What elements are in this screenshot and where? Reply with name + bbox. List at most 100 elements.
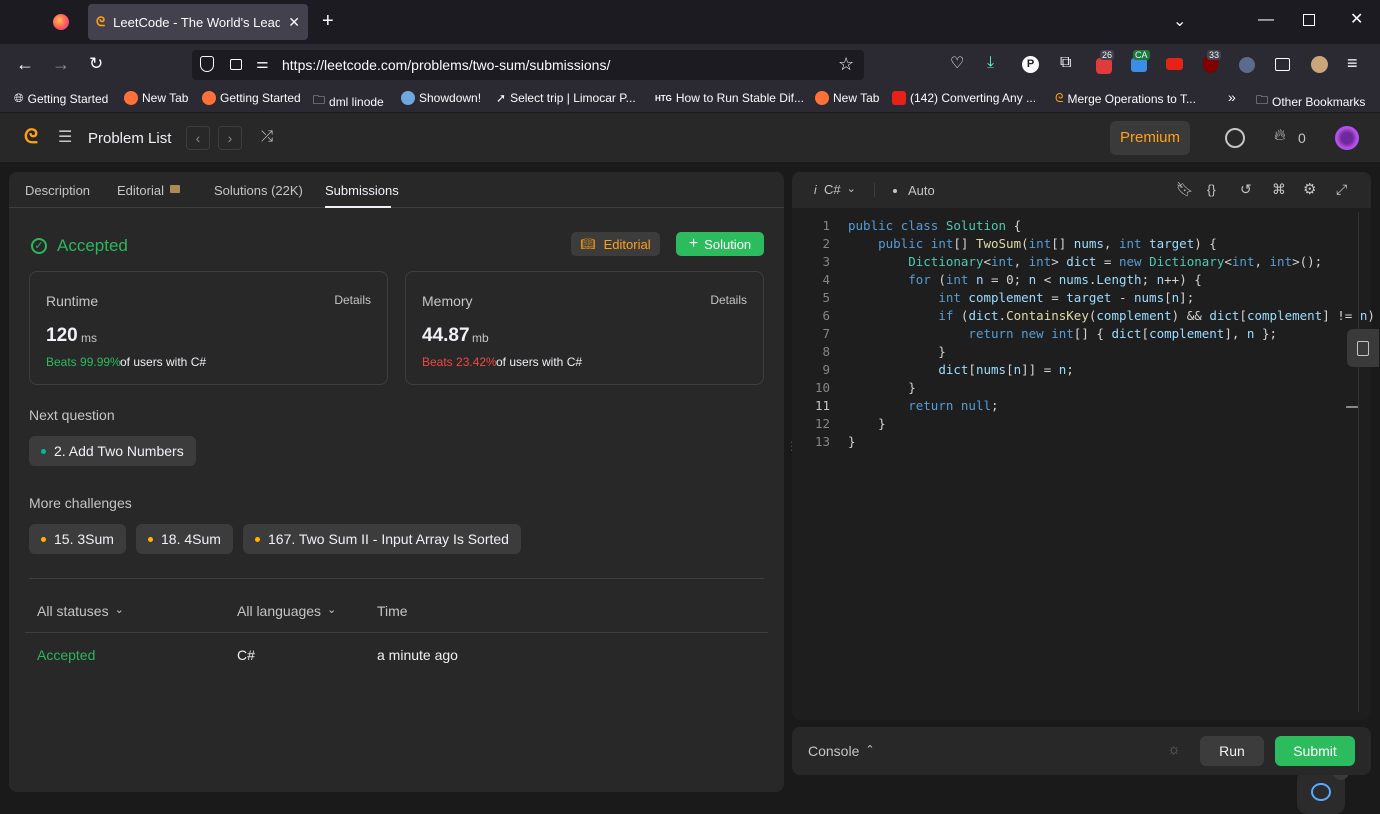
- notes-side-tab[interactable]: [1347, 329, 1379, 367]
- bookmark-item[interactable]: ᘓ Merge Operations to T...: [1055, 91, 1196, 106]
- next-question-chip[interactable]: 2. Add Two Numbers: [29, 436, 196, 466]
- check-circle-icon: ✓: [31, 238, 47, 254]
- bookmark-item[interactable]: New Tab: [815, 91, 879, 105]
- challenge-chip[interactable]: 18. 4Sum: [136, 524, 233, 554]
- console-toggle[interactable]: Console ⌃: [808, 743, 875, 759]
- code-line: public int[] TwoSum(int[] nums, int targ…: [878, 236, 1217, 251]
- bookmark-item[interactable]: HTG How to Run Stable Dif...: [655, 91, 804, 105]
- chat-smile-icon: [1311, 783, 1331, 801]
- reset-icon[interactable]: ↺: [1240, 181, 1252, 198]
- user-avatar[interactable]: [1335, 126, 1359, 150]
- bookmark-item[interactable]: 🗀︎ Other Bookmarks: [1256, 91, 1365, 112]
- back-icon[interactable]: ←: [16, 55, 34, 73]
- bookmark-icon[interactable]: 🔖︎: [1176, 181, 1194, 198]
- extensions-puzzle-icon[interactable]: ⧉: [1060, 55, 1071, 71]
- browser-tab-active[interactable]: ᘓ LeetCode - The World's Leading ✕: [88, 4, 308, 40]
- extension-p-icon[interactable]: P: [1022, 56, 1039, 73]
- settings-gear-icon[interactable]: ⚙︎: [1303, 180, 1316, 198]
- folder-icon: 🗀︎: [313, 93, 326, 107]
- submit-button[interactable]: Submit: [1275, 736, 1355, 766]
- url-bar[interactable]: ⚌ https://leetcode.com/problems/two-sum/…: [192, 50, 864, 80]
- lock-icon[interactable]: [230, 59, 242, 70]
- row-language: C#: [237, 647, 255, 663]
- htg-icon: HTG: [655, 93, 672, 103]
- maximize-icon[interactable]: [1303, 14, 1315, 26]
- leetcode-logo-icon[interactable]: ᘓ: [24, 126, 38, 149]
- row-time: a minute ago: [377, 647, 458, 663]
- status-filter[interactable]: All statuses ⌄: [37, 603, 124, 619]
- bookmark-item[interactable]: Getting Started: [202, 91, 301, 105]
- language-filter[interactable]: All languages ⌄: [237, 603, 336, 619]
- profile-avatar-icon[interactable]: [1311, 56, 1328, 73]
- premium-button[interactable]: Premium: [1110, 121, 1190, 155]
- runtime-details-link[interactable]: Details: [334, 293, 371, 307]
- bookmark-item[interactable]: (142) Converting Any ...: [892, 91, 1036, 105]
- close-tab-icon[interactable]: ✕: [288, 14, 300, 31]
- new-tab-icon[interactable]: +: [322, 11, 334, 31]
- document-icon: [1357, 340, 1369, 356]
- editorial-button[interactable]: 📖︎ Editorial: [571, 232, 660, 256]
- bookmark-label: New Tab: [833, 91, 880, 105]
- flame-icon[interactable]: 🔥︎: [1274, 127, 1286, 145]
- runtime-value: 120: [46, 325, 78, 346]
- bookmark-item[interactable]: 🗀︎ dml linode: [313, 91, 384, 112]
- code-editor-panel: i C# ⌄ Auto 🔖︎ {} ↺ ⌘ ⚙︎ ⤢ 1 2 3 4 5 6 7 8 9 10 11 1…: [792, 172, 1375, 814]
- bookmarks-overflow-icon[interactable]: »: [1228, 89, 1236, 105]
- tab-solutions[interactable]: Solutions (22K): [214, 183, 303, 198]
- memory-details-link[interactable]: Details: [710, 293, 747, 307]
- problem-list-icon[interactable]: ☰: [58, 127, 72, 147]
- bookmark-item[interactable]: New Tab: [124, 91, 188, 105]
- cursor-extension-icon[interactable]: [1239, 57, 1255, 73]
- fullscreen-icon[interactable]: ⤢: [1336, 181, 1347, 198]
- line-number: 6: [822, 308, 830, 323]
- bookmark-item[interactable]: 🌐︎ Getting Started: [14, 91, 108, 106]
- bookmark-label: Merge Operations to T...: [1067, 91, 1196, 106]
- forward-icon[interactable]: →: [52, 55, 70, 73]
- pocket-icon[interactable]: ♡: [950, 56, 964, 72]
- minimize-icon[interactable]: —: [1258, 12, 1274, 28]
- line-number: 9: [822, 362, 830, 377]
- tab-editorial[interactable]: Editorial: [117, 183, 164, 198]
- language-select[interactable]: C# ⌄: [824, 182, 856, 197]
- shield-icon[interactable]: [200, 56, 214, 72]
- mode-label[interactable]: Auto: [908, 183, 935, 198]
- run-button[interactable]: Run: [1200, 736, 1264, 766]
- downloads-icon[interactable]: ⤓: [987, 55, 994, 71]
- shortcuts-icon[interactable]: ⌘: [1272, 181, 1286, 198]
- extension-ca-icon[interactable]: [1131, 58, 1147, 72]
- tab-description[interactable]: Description: [25, 183, 90, 198]
- firefox-icon[interactable]: [53, 14, 69, 30]
- close-window-icon[interactable]: ✕: [1350, 12, 1363, 28]
- code-area[interactable]: 1 2 3 4 5 6 7 8 9 10 11 12 13 public class Solution …: [792, 212, 1375, 712]
- permissions-icon[interactable]: ⚌: [256, 55, 269, 72]
- tab-list-chevron-icon[interactable]: ⌄: [1173, 14, 1186, 30]
- solution-button[interactable]: + Solution: [676, 232, 764, 256]
- youtube-extension-icon[interactable]: [1166, 58, 1183, 70]
- reload-icon[interactable]: ↻: [89, 55, 103, 72]
- extension-ca-label: CA: [1133, 50, 1150, 60]
- braces-icon[interactable]: {}: [1207, 182, 1216, 197]
- row-status[interactable]: Accepted: [37, 647, 95, 663]
- line-number: 11: [814, 398, 830, 413]
- prev-problem-button[interactable]: ‹: [186, 126, 210, 150]
- easy-dot: [41, 448, 46, 454]
- debug-icon[interactable]: ☼: [1167, 741, 1181, 758]
- problem-list-link[interactable]: Problem List: [88, 130, 171, 147]
- bookmark-star-icon[interactable]: ☆: [838, 54, 854, 75]
- editor-scrollbar[interactable]: [1358, 212, 1359, 712]
- table-row[interactable]: Accepted C# a minute ago: [25, 633, 768, 677]
- bookmark-item[interactable]: Showdown!: [401, 91, 481, 105]
- extension-badge-icon[interactable]: [1096, 58, 1112, 74]
- line-number: 3: [822, 254, 830, 269]
- hamburger-menu-icon[interactable]: ≡: [1347, 54, 1358, 72]
- challenge-label: 167. Two Sum II - Input Array Is Sorted: [268, 531, 509, 547]
- challenge-chip[interactable]: 15. 3Sum: [29, 524, 126, 554]
- bookmark-item[interactable]: ➚ Select trip | Limocar P...: [496, 91, 636, 105]
- reader-extension-icon[interactable]: [1275, 58, 1290, 71]
- folder-icon: 🗀︎: [1256, 93, 1269, 107]
- alarm-clock-icon[interactable]: [1225, 128, 1245, 148]
- tab-submissions[interactable]: Submissions: [325, 183, 399, 198]
- shuffle-icon[interactable]: ⤮: [261, 128, 273, 145]
- challenge-chip[interactable]: 167. Two Sum II - Input Array Is Sorted: [243, 524, 521, 554]
- next-problem-button[interactable]: ›: [218, 126, 242, 150]
